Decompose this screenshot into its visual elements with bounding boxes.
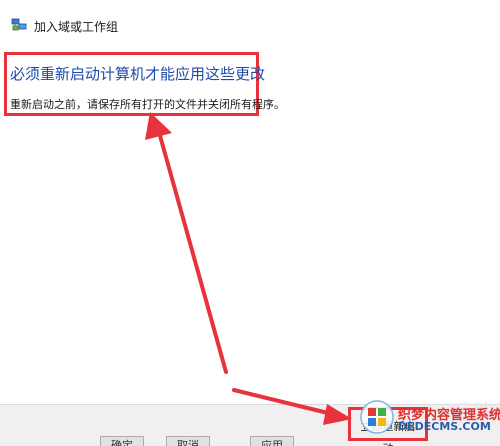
windows-flag-icon xyxy=(360,400,394,434)
computer-network-icon xyxy=(11,17,27,31)
apply-button[interactable]: 应用 xyxy=(250,436,294,446)
site-watermark: 系统城 织梦内容管理系统 DEDECMS.COM xyxy=(350,396,500,446)
dialog-window: 加入域或工作组 必须重新启动计算机才能应用这些更改 重新启动之前，请保存所有打开… xyxy=(0,0,500,446)
cancel-button[interactable]: 取消 xyxy=(166,436,210,446)
window-title: 加入域或工作组 xyxy=(34,20,119,34)
ok-button[interactable]: 确定 xyxy=(100,436,144,446)
save-files-instruction: 重新启动之前，请保存所有打开的文件并关闭所有程序。 xyxy=(10,98,285,111)
restart-required-heading: 必须重新启动计算机才能应用这些更改 xyxy=(10,65,266,83)
watermark-domain: DEDECMS.COM xyxy=(398,420,491,433)
arrow-to-heading-head xyxy=(145,112,172,140)
title-bar: 加入域或工作组 xyxy=(0,0,500,44)
arrow-to-heading xyxy=(157,130,228,374)
